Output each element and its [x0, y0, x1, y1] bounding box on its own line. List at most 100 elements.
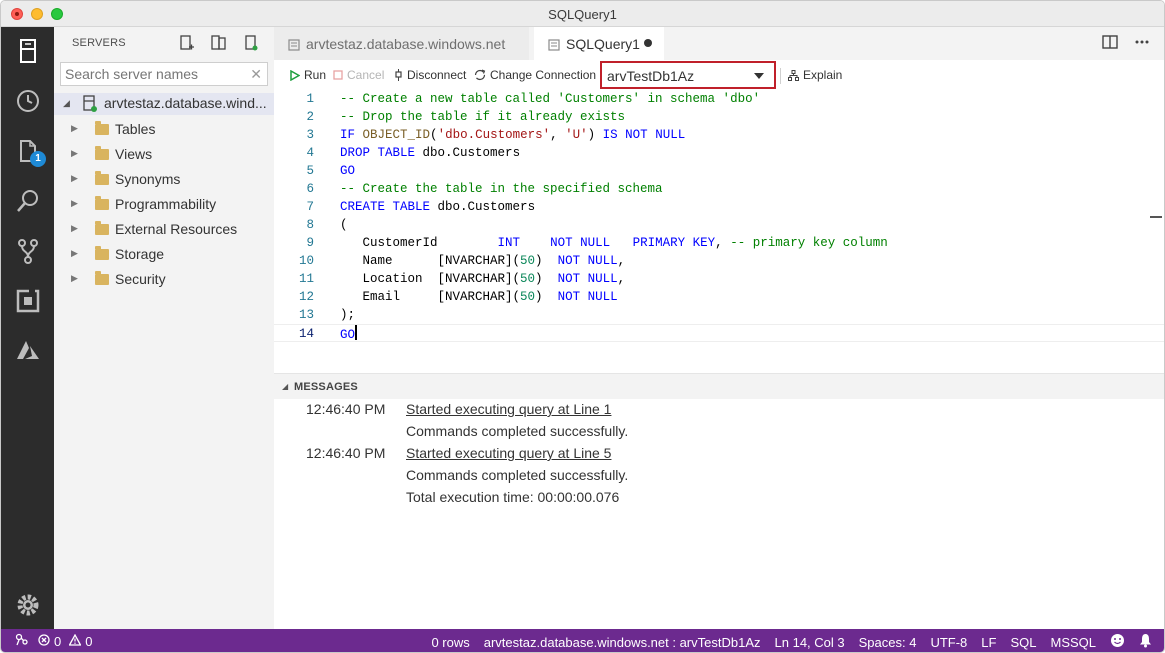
clear-search-icon[interactable]: ✕	[250, 66, 262, 83]
messages-panel: ◢ MESSAGES 12:46:40 PM Started executing…	[274, 373, 1164, 629]
tree-item-external-resources[interactable]: ▶ External Resources	[54, 217, 274, 242]
expand-arrow-icon[interactable]: ▶	[71, 148, 78, 159]
run-label: Run	[304, 68, 327, 82]
eol-setting[interactable]: LF	[981, 635, 996, 650]
expand-arrow-icon[interactable]: ▶	[71, 223, 78, 234]
run-button[interactable]: Run	[290, 68, 326, 82]
code-line: 6 -- Create the table in the specified sc…	[274, 180, 1164, 198]
language-mode[interactable]: SQL	[1010, 635, 1036, 650]
activity-bar: 1	[1, 27, 54, 629]
code-line: 3 IF OBJECT_ID('dbo.Customers', 'U') IS N…	[274, 126, 1164, 144]
tree-item-programmability[interactable]: ▶ Programmability	[54, 192, 274, 217]
tree-item-views[interactable]: ▶ Views	[54, 142, 274, 167]
more-actions-icon[interactable]	[1134, 35, 1150, 52]
code-line: 7 CREATE TABLE dbo.Customers	[274, 198, 1164, 216]
stop-icon	[333, 70, 343, 80]
message-text: Total execution time: 00:00:00.076	[406, 489, 620, 505]
database-select[interactable]: arvTestDb1Az	[600, 61, 776, 89]
query-toolbar: Run Cancel Disconnect Change Connection …	[274, 60, 1164, 90]
expand-arrow-icon[interactable]: ▶	[71, 173, 78, 184]
search-server-input[interactable]	[61, 63, 241, 85]
expand-arrow-icon[interactable]: ▶	[71, 123, 78, 134]
message-link[interactable]: Started executing query at Line 5	[406, 445, 611, 461]
connection-status[interactable]: arvtestaz.database.windows.net : arvTest…	[484, 635, 761, 650]
play-icon	[290, 69, 300, 81]
code-line: 1 -- Create a new table called 'Customers…	[274, 90, 1164, 108]
tree-item-label: External Resources	[115, 221, 238, 237]
code-text: Location [NVARCHAR](50) NOT NULL,	[340, 272, 626, 286]
expand-arrow-icon[interactable]: ▶	[71, 273, 78, 284]
folder-icon	[95, 271, 109, 285]
tab-server-dashboard[interactable]: arvtestaz.database.windows.net	[274, 27, 529, 60]
cancel-button[interactable]: Cancel	[333, 68, 384, 82]
change-connection-label: Change Connection	[490, 68, 597, 82]
code-line: 9 CustomerId INT NOT NULL PRIMARY KEY, -…	[274, 234, 1164, 252]
warning-icon	[68, 633, 82, 649]
cancel-label: Cancel	[347, 68, 385, 82]
feedback-smiley-icon[interactable]	[1110, 633, 1125, 651]
new-connection-icon[interactable]	[178, 33, 196, 53]
folder-icon	[95, 171, 109, 185]
search-icon[interactable]	[14, 187, 42, 215]
source-control-icon[interactable]	[14, 237, 42, 265]
line-number: 4	[306, 146, 314, 160]
line-number: 7	[306, 200, 314, 214]
disconnect-button[interactable]: Disconnect	[394, 68, 466, 82]
indentation-setting[interactable]: Spaces: 4	[859, 635, 917, 650]
folder-icon	[95, 121, 109, 135]
tree-item-label: Storage	[115, 246, 165, 262]
message-time: 12:46:40 PM	[306, 401, 386, 417]
server-node[interactable]: ◢ arvtestaz.database.wind...	[54, 93, 274, 115]
problems-indicator[interactable]: 0 0	[38, 633, 92, 649]
message-time: 12:46:40 PM	[306, 445, 386, 461]
tree-item-label: Synonyms	[115, 171, 181, 187]
code-text: CREATE TABLE dbo.Customers	[340, 200, 536, 214]
tree-item-synonyms[interactable]: ▶ Synonyms	[54, 167, 274, 192]
remote-connection-icon[interactable]	[15, 633, 28, 649]
code-line: 13);	[274, 306, 1164, 324]
azure-icon[interactable]	[14, 337, 42, 365]
app-window: SQLQuery1 1 SERVERS Search server names …	[0, 0, 1165, 653]
change-connection-button[interactable]: Change Connection	[474, 68, 596, 82]
new-server-group-icon[interactable]	[210, 33, 228, 53]
history-icon[interactable]	[14, 87, 42, 115]
tree-item-label: Programmability	[115, 196, 217, 212]
tree-item-storage[interactable]: ▶ Storage	[54, 242, 274, 267]
unsaved-dot-icon[interactable]	[644, 39, 652, 47]
gear-icon[interactable]	[14, 591, 42, 619]
explain-button[interactable]: Explain	[788, 68, 842, 82]
code-text: GO	[340, 164, 356, 178]
messages-header[interactable]: ◢ MESSAGES	[274, 374, 1164, 399]
tree-item-tables[interactable]: ▶ Tables	[54, 117, 274, 142]
collapse-arrow-icon[interactable]: ◢	[282, 382, 288, 391]
line-number: 12	[298, 290, 314, 304]
code-text: CustomerId INT NOT NULL PRIMARY KEY, -- …	[340, 236, 888, 250]
sql-provider[interactable]: MSSQL	[1050, 635, 1096, 650]
disconnect-label: Disconnect	[407, 68, 467, 82]
code-editor[interactable]: 1 -- Create a new table called 'Customers…	[274, 90, 1164, 373]
explorer-icon[interactable]: 1	[14, 137, 46, 167]
line-number: 3	[306, 128, 314, 142]
active-connections-icon[interactable]	[242, 33, 260, 53]
expand-arrow-icon[interactable]: ▶	[71, 198, 78, 209]
search-server-box: ✕	[60, 62, 268, 86]
message-link[interactable]: Started executing query at Line 1	[406, 401, 611, 417]
cursor-position[interactable]: Ln 14, Col 3	[775, 635, 845, 650]
line-number: 13	[298, 308, 314, 322]
tree-item-security[interactable]: ▶ Security	[54, 267, 274, 292]
collapse-arrow-icon[interactable]: ◢	[63, 98, 70, 109]
split-editor-icon[interactable]	[1102, 35, 1118, 52]
line-number: 6	[306, 182, 314, 196]
folder-icon	[95, 196, 109, 210]
explain-icon	[788, 69, 799, 81]
extensions-icon[interactable]	[14, 287, 42, 315]
line-number: 2	[306, 110, 314, 124]
encoding-setting[interactable]: UTF-8	[930, 635, 967, 650]
code-text: -- Drop the table if it already exists	[340, 110, 626, 124]
window-title: SQLQuery1	[548, 7, 617, 22]
expand-arrow-icon[interactable]: ▶	[71, 248, 78, 259]
line-number: 5	[306, 164, 314, 178]
servers-icon[interactable]	[14, 37, 42, 65]
notifications-bell-icon[interactable]	[1139, 633, 1152, 651]
tab-sqlquery1[interactable]: SQLQuery1	[534, 27, 664, 60]
